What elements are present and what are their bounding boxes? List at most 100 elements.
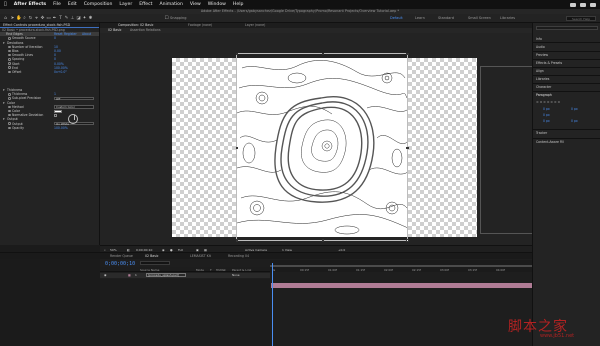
composition-viewer[interactable] xyxy=(100,33,532,243)
col-t[interactable]: T xyxy=(210,268,212,272)
stopwatch-icon[interactable] xyxy=(8,58,11,61)
color-channel-icon[interactable]: ● xyxy=(170,248,173,252)
transform-handle[interactable] xyxy=(406,146,409,149)
transform-handle[interactable] xyxy=(406,52,409,55)
offset-angle-dial[interactable] xyxy=(68,114,78,124)
transform-handle[interactable] xyxy=(235,52,238,55)
timeline-search-input[interactable] xyxy=(140,261,170,265)
views-dropdown[interactable]: 1 View xyxy=(282,248,292,252)
clone-stamp-tool-icon[interactable]: ⊥ xyxy=(70,16,75,21)
stopwatch-icon[interactable] xyxy=(8,37,11,40)
stopwatch-icon[interactable] xyxy=(8,45,11,49)
stopwatch-icon[interactable] xyxy=(8,70,11,74)
stopwatch-icon[interactable] xyxy=(8,66,11,69)
panel-content-aware-fill[interactable]: Content-Aware Fill xyxy=(536,140,564,144)
stopwatch-icon[interactable] xyxy=(8,97,11,100)
parent-dropdown[interactable]: None xyxy=(232,273,240,277)
col-source-name[interactable]: Source Name xyxy=(140,268,159,272)
clock-icon[interactable] xyxy=(590,2,596,7)
camera-tool-icon[interactable]: ⌖ xyxy=(34,16,39,21)
zoom-tool-icon[interactable]: ⌕ xyxy=(22,16,27,21)
camera-dropdown[interactable]: Active Camera xyxy=(245,248,267,252)
panel-effects-presets[interactable]: Effects & Presets xyxy=(536,61,562,65)
normalize-checkbox[interactable] xyxy=(54,113,57,117)
space-after-value[interactable]: 0 px xyxy=(571,119,578,123)
workspace-default[interactable]: Default xyxy=(390,16,403,20)
eraser-tool-icon[interactable]: ◪ xyxy=(76,16,81,21)
layer-row[interactable]: ◉ ■ 1 [procedu_splash.psd] None xyxy=(100,272,270,278)
align-left-icon[interactable]: ≡ ≡ ≡ ≡ ≡ ≡ ≡ xyxy=(536,100,560,104)
camera-icon[interactable]: ◉ xyxy=(162,248,165,252)
pen-tool-icon[interactable]: ✒ xyxy=(52,16,57,21)
stopwatch-icon[interactable] xyxy=(8,62,11,65)
battery-icon[interactable] xyxy=(580,2,586,7)
visibility-eye-icon[interactable]: ◉ xyxy=(104,273,107,277)
workspace-learn[interactable]: Learn xyxy=(415,16,425,20)
stopwatch-icon[interactable] xyxy=(8,105,11,109)
menu-help[interactable]: Help xyxy=(233,2,243,7)
transform-handle[interactable] xyxy=(235,146,238,149)
timeline-timecode[interactable]: 0;00;00;10 xyxy=(105,261,135,267)
magnifier-icon[interactable]: ⌕ xyxy=(104,248,106,252)
layer-label-color[interactable]: ■ xyxy=(128,273,131,277)
wifi-icon[interactable] xyxy=(570,2,576,7)
transparency-grid-icon[interactable]: ▦ xyxy=(204,248,207,252)
apple-icon[interactable]:  xyxy=(4,2,7,7)
stopwatch-icon[interactable] xyxy=(8,53,11,57)
current-time-indicator[interactable] xyxy=(272,263,273,346)
indent-first-value[interactable]: 0 px xyxy=(543,113,550,117)
type-tool-icon[interactable]: T xyxy=(58,16,63,21)
panel-align[interactable]: Align xyxy=(536,69,544,73)
menu-edit[interactable]: Edit xyxy=(68,2,77,7)
rectangle-tool-icon[interactable]: ▭ xyxy=(46,16,51,21)
indent-right-value[interactable]: 0 px xyxy=(571,107,578,111)
tab-lemasist-kit[interactable]: LEMASIST Kit xyxy=(190,253,211,259)
exposure-value[interactable]: +0.0 xyxy=(338,248,345,252)
roto-brush-tool-icon[interactable]: ✦ xyxy=(82,16,87,21)
menu-animation[interactable]: Animation xyxy=(159,2,182,7)
workspace-standard[interactable]: Standard xyxy=(438,16,454,20)
tab-recording-04[interactable]: Recording 04 xyxy=(228,253,249,259)
menu-composition[interactable]: Composition xyxy=(84,2,113,7)
menu-effect[interactable]: Effect xyxy=(139,2,152,7)
transform-handle[interactable] xyxy=(321,52,324,55)
panel-info[interactable]: Info xyxy=(536,37,542,41)
panel-preview[interactable]: Preview xyxy=(536,53,548,57)
zoom-dropdown[interactable]: 50% xyxy=(110,248,117,252)
home-icon[interactable]: ⌂ xyxy=(3,16,8,21)
selection-tool-icon[interactable]: ➤ xyxy=(10,16,15,21)
hand-tool-icon[interactable]: ✋ xyxy=(16,16,22,21)
transform-handle[interactable] xyxy=(406,239,409,242)
transform-handle[interactable] xyxy=(235,239,238,242)
tab-02-basic[interactable]: 02 Basic xyxy=(145,253,159,259)
puppet-tool-icon[interactable]: ✱ xyxy=(88,16,93,21)
space-before-value[interactable]: 0 px xyxy=(543,119,550,123)
pan-behind-tool-icon[interactable]: ✥ xyxy=(40,16,45,21)
stopwatch-icon[interactable] xyxy=(8,126,11,130)
menu-view[interactable]: View xyxy=(190,2,201,7)
brush-tool-icon[interactable]: ✎ xyxy=(64,16,69,21)
panel-libraries[interactable]: Libraries xyxy=(536,77,549,81)
workspace-small-screen[interactable]: Small Screen xyxy=(468,16,491,20)
stopwatch-icon[interactable] xyxy=(8,93,11,96)
region-of-interest-icon[interactable]: ▣ xyxy=(196,248,199,252)
col-mode[interactable]: Mode xyxy=(196,268,204,272)
stopwatch-icon[interactable] xyxy=(8,109,11,113)
rotate-tool-icon[interactable]: ↻ xyxy=(28,16,33,21)
col-trkmat[interactable]: TrkMat xyxy=(216,268,226,272)
workspace-libraries[interactable]: Libraries xyxy=(500,16,515,20)
work-area-bar[interactable] xyxy=(270,265,532,267)
menu-file[interactable]: File xyxy=(53,2,61,7)
snapshot-icon[interactable]: ◧ xyxy=(127,248,130,252)
indent-left-value[interactable]: 0 px xyxy=(543,107,550,111)
panel-paragraph[interactable]: Paragraph xyxy=(536,93,552,97)
panel-search-input[interactable] xyxy=(536,26,598,30)
resolution-dropdown[interactable]: Full xyxy=(178,248,183,252)
param-row[interactable]: Opacity 100.00% xyxy=(0,126,99,130)
snapping-checkbox[interactable]: ☐ xyxy=(164,16,169,21)
menu-window[interactable]: Window xyxy=(208,2,226,7)
panel-tracker[interactable]: Tracker xyxy=(536,131,547,135)
stopwatch-icon[interactable] xyxy=(8,113,11,117)
menu-layer[interactable]: Layer xyxy=(119,2,132,7)
app-menu[interactable]: After Effects xyxy=(14,2,46,7)
